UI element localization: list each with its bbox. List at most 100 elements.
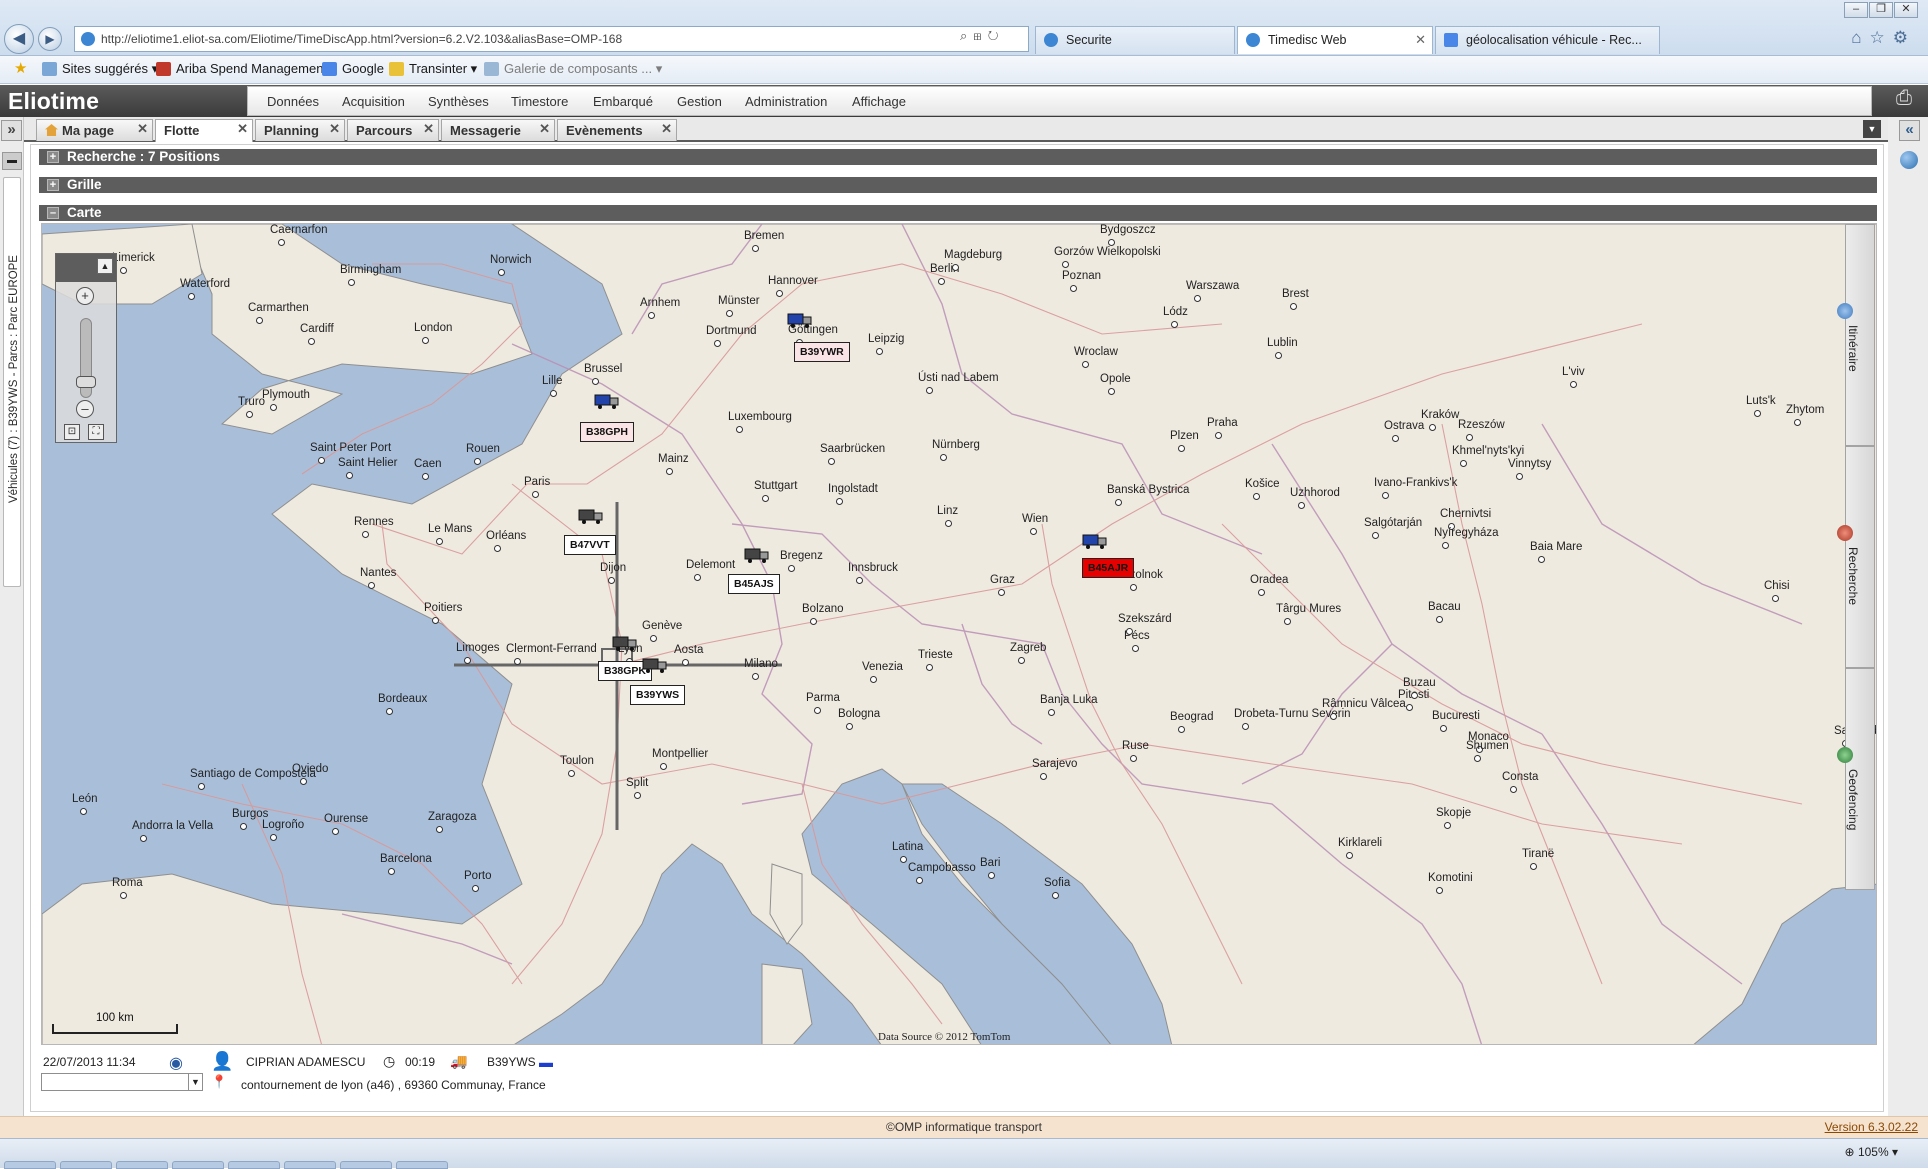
footer-version-link[interactable]: Version 6.3.02.22 (1825, 1120, 1918, 1134)
vehicle-label[interactable]: B45AJR (1082, 558, 1135, 578)
city-marker (1474, 755, 1481, 762)
tabs-dropdown-icon[interactable]: ▼ (1863, 120, 1881, 138)
vehicle-label[interactable]: B39YWR (794, 342, 850, 362)
tab-messagerie[interactable]: Messagerie ✕ (441, 119, 555, 141)
city-label: Linz (937, 505, 959, 517)
tab-flotte[interactable]: Flotte ✕ (155, 119, 253, 142)
truck-icon[interactable] (1082, 532, 1108, 550)
tab-planning[interactable]: Planning ✕ (255, 119, 345, 141)
fav-ariba[interactable]: Ariba Spend Management (156, 61, 327, 77)
expand-icon[interactable]: + (47, 179, 59, 191)
menu-syntheses[interactable]: Synthèses (428, 94, 489, 109)
menu-timestore[interactable]: Timestore (511, 94, 568, 109)
favorites-star-icon[interactable]: ☆ (1870, 28, 1893, 47)
app-tab-bar: Ma page ✕ Flotte ✕ Planning ✕ Parcours ✕ Mes… (24, 117, 1888, 142)
fav-transinter[interactable]: Transinter ▾ (389, 61, 477, 77)
restore-icon[interactable]: ❐ (1869, 2, 1893, 18)
collapse-icon[interactable]: – (47, 207, 59, 219)
vehicles-panel-tab[interactable]: Véhicules (7) : B39YWS - Parcs : Parc EU… (3, 177, 21, 587)
city-marker (938, 278, 945, 285)
side-tab-recherche[interactable]: Recherche (1837, 446, 1875, 668)
globe-icon[interactable] (1900, 151, 1918, 169)
menu-embarque[interactable]: Embarqué (593, 94, 653, 109)
zoom-level[interactable]: ⊕ 105% ▾ (1845, 1145, 1898, 1159)
forward-button[interactable]: ▶ (38, 27, 62, 51)
section-recherche[interactable]: + Recherche : 7 Positions (39, 149, 1877, 165)
vehicle-label[interactable]: B45AJS (728, 574, 780, 594)
favorites-star-icon[interactable]: ★ (14, 61, 27, 77)
menu-affichage[interactable]: Affichage (852, 94, 906, 109)
zoom-out-icon[interactable]: – (76, 400, 94, 418)
tools-gear-icon[interactable]: ⚙ (1893, 28, 1916, 47)
map-basemap (42, 224, 1876, 1044)
browser-tab-securite[interactable]: Securite (1035, 26, 1235, 54)
city-label: Graz (990, 574, 1015, 586)
zoom-slider-thumb[interactable] (76, 376, 96, 388)
zoom-extent-icon[interactable]: ⛶ (88, 424, 104, 440)
fav-galerie[interactable]: Galerie de composants ... ▾ (484, 61, 662, 77)
zoom-box-icon[interactable]: ⊡ (64, 424, 80, 440)
address-bar[interactable]: http://eliotime1.eliot-sa.com/Eliotime/T… (74, 26, 1029, 52)
fav-google[interactable]: Google (322, 61, 384, 77)
vehicle-info-bar: 22/07/2013 11:34 ◉ 👤 CIPRIAN ADAMESCU ◷ … (41, 1051, 1877, 1107)
menu-administration[interactable]: Administration (745, 94, 827, 109)
search-icon[interactable]: ⌕ (960, 28, 973, 43)
close-tab-icon[interactable]: ✕ (1415, 27, 1426, 53)
compat-icon[interactable]: ⊞ (973, 28, 987, 43)
refresh-icon[interactable]: ↻ (988, 28, 1005, 43)
minimize-icon[interactable]: – (1844, 2, 1868, 18)
city-marker (1194, 295, 1201, 302)
expand-left-icon[interactable]: » (1, 120, 22, 141)
collapse-zoom-icon[interactable]: ▲ (97, 258, 113, 274)
zoom-in-icon[interactable]: + (76, 287, 94, 305)
tab-ma-page[interactable]: Ma page ✕ (36, 119, 153, 141)
home-icon[interactable]: ⌂ (1851, 28, 1869, 47)
menu-donnees[interactable]: Données (267, 94, 319, 109)
truck-icon[interactable] (787, 311, 813, 329)
side-tab-itineraire[interactable]: Itinéraire (1837, 224, 1875, 446)
message-icon[interactable]: ▬ (539, 1054, 553, 1070)
vehicle-list-icon[interactable]: ▬ (2, 152, 22, 170)
expand-icon[interactable]: + (47, 151, 59, 163)
address-select[interactable]: ▼ (41, 1073, 203, 1091)
close-tab-icon[interactable]: ✕ (329, 118, 340, 139)
fav-sites-suggeres[interactable]: Sites suggérés ▾ (42, 61, 158, 77)
city-marker (666, 468, 673, 475)
city-label: Santiago de Compostela (190, 768, 316, 780)
tab-parcours[interactable]: Parcours ✕ (347, 119, 439, 141)
menu-gestion[interactable]: Gestion (677, 94, 722, 109)
side-tab-label: Geofencing (1846, 769, 1860, 831)
close-window-icon[interactable]: ✕ (1894, 2, 1918, 18)
print-icon[interactable]: ⎙ (1890, 87, 1918, 113)
truck-icon[interactable] (612, 634, 638, 652)
close-tab-icon[interactable]: ✕ (423, 118, 434, 139)
city-marker (788, 565, 795, 572)
side-tab-geofencing[interactable]: Geofencing (1837, 668, 1875, 890)
truck-icon[interactable] (642, 656, 668, 674)
truck-icon[interactable] (744, 546, 770, 564)
section-grille[interactable]: + Grille (39, 177, 1877, 193)
back-button[interactable]: ◀ (4, 24, 34, 54)
city-label: León (72, 793, 98, 805)
vehicle-label[interactable]: B38GPH (580, 422, 635, 442)
browser-tab-geolocalisation[interactable]: géolocalisation véhicule - Rec... (1435, 26, 1660, 54)
close-tab-icon[interactable]: ✕ (237, 118, 248, 139)
vehicle-label[interactable]: B47VVT (564, 535, 616, 555)
expand-right-icon[interactable]: « (1899, 120, 1920, 141)
section-title: Carte (67, 205, 102, 220)
vehicle-label[interactable]: B39YWS (630, 685, 686, 705)
fav-label: Galerie de composants ... ▾ (504, 61, 663, 76)
city-marker (608, 577, 615, 584)
tab-evenements[interactable]: Evènements ✕ (557, 119, 677, 141)
browser-tab-timedisc[interactable]: Timedisc Web ✕ (1237, 26, 1433, 54)
truck-icon[interactable] (594, 392, 620, 410)
truck-icon[interactable] (578, 507, 604, 525)
map-view[interactable]: Caernarfon Limerick Waterford Birmingham Nor… (41, 223, 1877, 1045)
city-label: Le Mans (428, 523, 473, 535)
menu-acquisition[interactable]: Acquisition (342, 94, 405, 109)
close-tab-icon[interactable]: ✕ (539, 118, 550, 139)
close-tab-icon[interactable]: ✕ (137, 118, 148, 139)
section-carte[interactable]: – Carte (39, 205, 1877, 221)
city-label: Chernivtsi (1440, 508, 1492, 520)
close-tab-icon[interactable]: ✕ (661, 118, 672, 139)
